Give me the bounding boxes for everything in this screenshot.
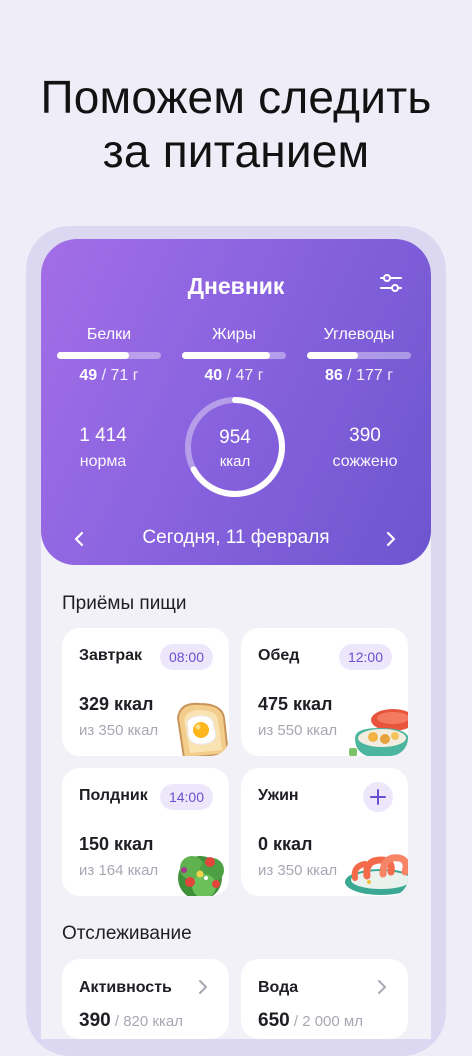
- norm-value: 1 414: [79, 425, 127, 446]
- chevron-right-icon: [378, 980, 386, 994]
- meal-name: Завтрак: [79, 647, 143, 664]
- hero-heading: Поможем следить за питанием: [0, 70, 472, 178]
- shrimp-plate-icon: [345, 854, 408, 895]
- meal-kcal-target: из 350 ккал: [79, 722, 159, 739]
- toast-egg-icon: [176, 702, 229, 756]
- meal-card-lunch[interactable]: Обед 12:00 475 ккал из 550 ккал: [241, 628, 408, 756]
- calories-left-value: 954: [219, 427, 251, 448]
- hero-line-1: Поможем следить: [40, 71, 432, 123]
- meal-name: Обед: [258, 647, 300, 664]
- meal-time-badge: 08:00: [159, 644, 213, 670]
- macro-progress-bar: [57, 352, 161, 359]
- hero-line-2: за питанием: [102, 125, 370, 177]
- tracking-section-title: Отслеживание: [62, 923, 192, 944]
- calorie-ring-text: 954 ккал: [183, 427, 287, 470]
- macro-progress-bar: [307, 352, 411, 359]
- meal-kcal-target: из 550 ккал: [258, 722, 338, 739]
- diary-card: Дневник Белки 49 / 71 г Жиры 40 / 47 г У…: [41, 239, 431, 565]
- macro-label: Углеводы: [323, 326, 395, 343]
- meal-kcal-target: из 350 ккал: [258, 862, 338, 879]
- burned-stat: 390 сожжено: [315, 425, 415, 471]
- filter-settings-icon[interactable]: [379, 272, 403, 294]
- meal-kcal-target: из 164 ккал: [79, 862, 159, 879]
- meal-name: Ужин: [258, 787, 299, 804]
- meal-time-badge: 14:00: [159, 784, 213, 810]
- calories-unit: ккал: [219, 453, 251, 470]
- current-date[interactable]: Сегодня, 11 февраля: [41, 527, 431, 549]
- macro-value: 40 / 47 г: [204, 367, 264, 384]
- macro-label: Белки: [86, 326, 132, 343]
- add-meal-button[interactable]: [363, 782, 393, 812]
- burned-label: сожжено: [332, 453, 398, 470]
- meal-name: Полдник: [79, 787, 148, 804]
- activity-card[interactable]: Активность 390 / 820 ккал: [62, 959, 229, 1039]
- chevron-right-icon: [199, 980, 207, 994]
- norm-stat: 1 414 норма: [53, 425, 153, 471]
- macro-fat: Жиры 40 / 47 г: [182, 325, 286, 385]
- macro-progress-bar: [182, 352, 286, 359]
- lunch-bowl-icon: [349, 709, 408, 756]
- meal-time-badge: 12:00: [338, 644, 392, 670]
- macro-value: 86 / 177 г: [324, 367, 394, 384]
- meal-card-snack[interactable]: Полдник 14:00 150 ккал из 164 ккал: [62, 768, 229, 896]
- plus-icon: [370, 789, 386, 805]
- water-card[interactable]: Вода 650 / 2 000 мл: [241, 959, 408, 1039]
- meal-kcal: 329 ккал: [79, 694, 154, 714]
- macro-value: 49 / 71 г: [79, 367, 139, 384]
- macro-label: Жиры: [211, 326, 257, 343]
- diary-title: Дневник: [187, 273, 285, 299]
- meal-kcal: 0 ккал: [258, 834, 313, 854]
- activity-title: Активность: [79, 979, 172, 996]
- meal-card-dinner[interactable]: Ужин 0 ккал из 350 ккал: [241, 768, 408, 896]
- chevron-right-icon[interactable]: [381, 528, 401, 550]
- water-title: Вода: [258, 979, 299, 996]
- water-value: 650 / 2 000 мл: [258, 1010, 363, 1031]
- meal-kcal: 150 ккал: [79, 834, 154, 854]
- date-switcher: Сегодня, 11 февраля: [41, 524, 431, 554]
- app-screen: Дневник Белки 49 / 71 г Жиры 40 / 47 г У…: [41, 239, 431, 1039]
- meal-card-breakfast[interactable]: Завтрак 08:00 329 ккал из 350 ккал: [62, 628, 229, 756]
- activity-value: 390 / 820 ккал: [79, 1010, 183, 1031]
- norm-label: норма: [79, 453, 127, 470]
- macro-protein: Белки 49 / 71 г: [57, 325, 161, 385]
- macro-carbs: Углеводы 86 / 177 г: [307, 325, 411, 385]
- meal-kcal: 475 ккал: [258, 694, 333, 714]
- meals-section-title: Приёмы пищи: [62, 593, 187, 614]
- salad-icon: [178, 856, 224, 896]
- burned-value: 390: [349, 425, 381, 446]
